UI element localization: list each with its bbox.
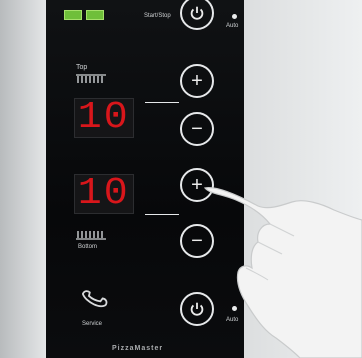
pointing-hand <box>203 187 362 358</box>
